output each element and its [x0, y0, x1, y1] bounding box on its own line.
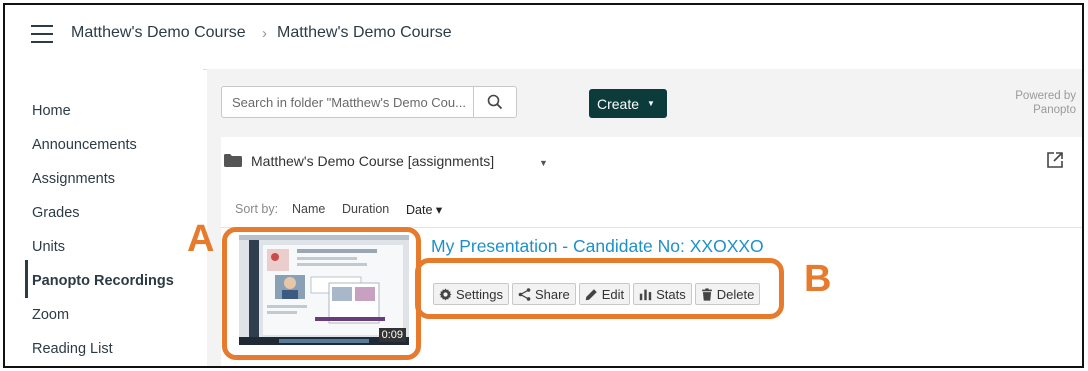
sort-by-date-label: Date: [406, 203, 433, 217]
sidebar-item-zoom[interactable]: Zoom: [32, 307, 69, 323]
sidebar-item-assignments[interactable]: Assignments: [32, 171, 115, 187]
create-button[interactable]: Create ▼: [589, 89, 667, 118]
sort-by-duration[interactable]: Duration: [342, 202, 389, 216]
search-button[interactable]: [473, 87, 516, 117]
folder-icon: [224, 154, 242, 167]
sort-by-name[interactable]: Name: [292, 202, 325, 216]
annotation-box-a: [222, 227, 421, 360]
course-navigation: Home Announcements Assignments Grades Un…: [5, 69, 203, 366]
sidebar-item-grades[interactable]: Grades: [32, 205, 80, 221]
course-header: Matthew's Demo Course › Matthew's Demo C…: [5, 5, 1082, 70]
folder-name[interactable]: Matthew's Demo Course [assignments]: [251, 153, 494, 169]
sidebar-item-units[interactable]: Units: [32, 239, 65, 255]
sort-label: Sort by:: [235, 202, 279, 216]
sort-direction-icon: ▾: [435, 203, 443, 217]
folder-dropdown-icon[interactable]: ▼: [539, 158, 548, 168]
hamburger-menu-icon[interactable]: [31, 25, 53, 43]
search-icon: [487, 94, 503, 110]
session-title-link[interactable]: My Presentation - Candidate No: XXOXXO: [431, 236, 764, 257]
active-nav-indicator: [25, 260, 28, 298]
sidebar-item-reading-list[interactable]: Reading List: [32, 341, 113, 357]
powered-by-line1: Powered by: [1015, 90, 1076, 102]
breadcrumb-current[interactable]: Matthew's Demo Course: [277, 24, 452, 42]
create-label: Create: [597, 95, 640, 112]
caret-down-icon: ▼: [647, 99, 655, 108]
sort-by-date[interactable]: Date ▾: [406, 202, 442, 217]
sidebar-item-announcements[interactable]: Announcements: [32, 137, 137, 153]
breadcrumb-separator: ›: [262, 25, 267, 42]
open-in-new-window-icon[interactable]: [1046, 151, 1064, 169]
annotation-label-a: A: [187, 218, 215, 260]
folder-search: [221, 86, 517, 118]
annotation-box-b: [415, 258, 784, 319]
annotation-label-b: B: [804, 258, 832, 300]
search-input[interactable]: [222, 87, 492, 117]
folder-header: Matthew's Demo Course [assignments] ▼: [221, 137, 1082, 189]
sort-bar: Sort by: Name Duration Date ▾: [221, 189, 1082, 228]
sidebar-item-home[interactable]: Home: [32, 103, 71, 119]
powered-by-panopto: Powered by Panopto: [1015, 89, 1076, 117]
powered-by-line2: Panopto: [1033, 104, 1076, 116]
breadcrumb-course[interactable]: Matthew's Demo Course: [71, 24, 246, 42]
sidebar-item-panopto-recordings[interactable]: Panopto Recordings: [32, 273, 174, 289]
